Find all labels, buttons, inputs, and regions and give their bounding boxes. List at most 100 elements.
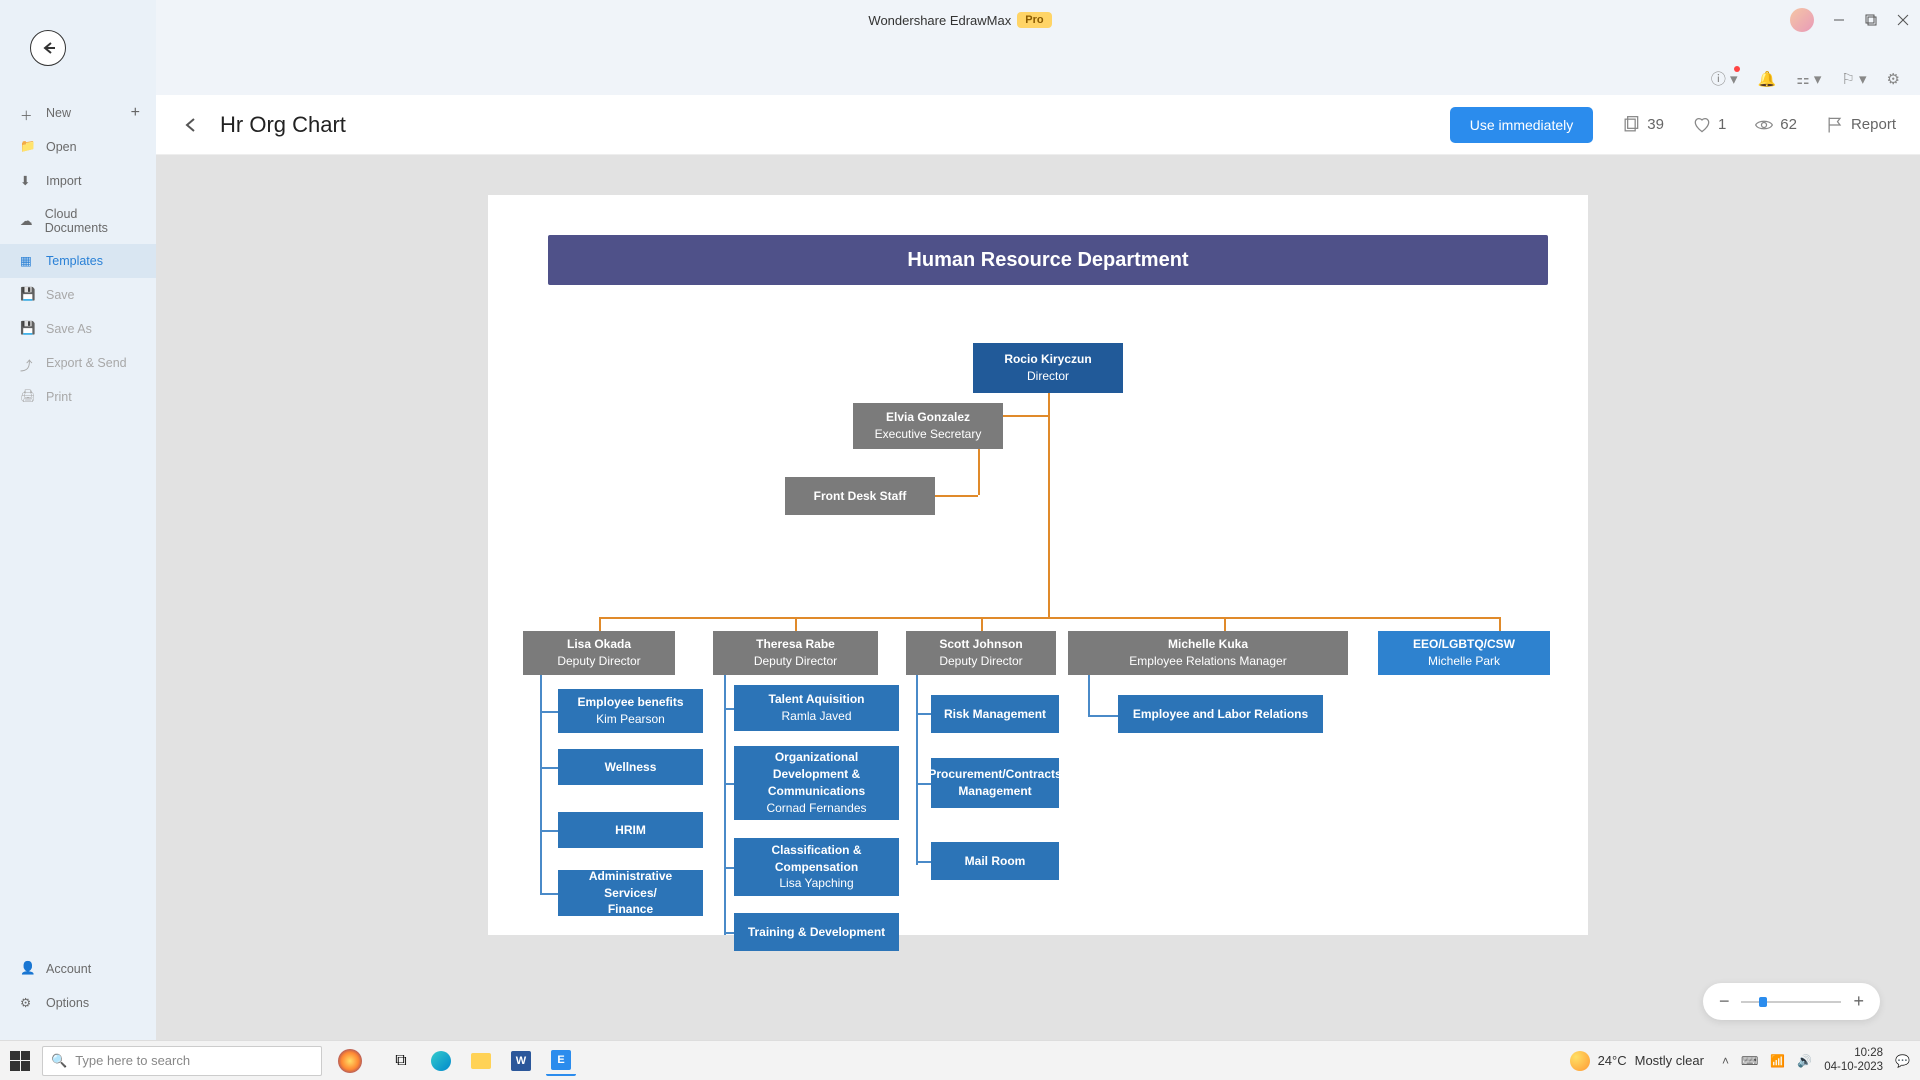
sidebar-item-label: Save As	[46, 322, 92, 336]
folder-icon: 📁	[20, 139, 36, 155]
corner-tools: ⓘ ▾ 🔔 ⚏ ▾ ⚐ ▾ ⚙	[1711, 68, 1900, 89]
plus-icon[interactable]: +	[131, 104, 140, 122]
node-name: HRIM	[615, 822, 646, 839]
likes-stat[interactable]: 1	[1692, 115, 1726, 135]
org-node-exec-sec: Elvia Gonzalez Executive Secretary	[853, 403, 1003, 449]
edge-icon[interactable]	[426, 1046, 456, 1076]
sidebar-item-saveas: 💾Save As	[0, 312, 156, 346]
tray-volume-icon[interactable]: 🔊	[1797, 1054, 1812, 1068]
cortana-icon[interactable]	[326, 1046, 374, 1076]
template-canvas: Human Resource Department Rocio Kiryczun…	[488, 195, 1588, 935]
search-icon: 🔍	[51, 1053, 67, 1069]
sidebar-item-label: Account	[46, 962, 91, 976]
org-node-dep-5: EEO/LGBTQ/CSWMichelle Park	[1378, 631, 1550, 675]
sidebar-item-label: Cloud Documents	[45, 207, 136, 235]
tray-chevron-icon[interactable]: ˄	[1722, 1054, 1729, 1068]
minimize-button[interactable]	[1832, 13, 1846, 27]
settings-icon[interactable]: ⚙	[1887, 70, 1900, 88]
sidebar-item-options[interactable]: ⚙Options	[0, 986, 156, 1020]
taskbar-clock[interactable]: 10:28 04-10-2023	[1824, 1047, 1883, 1075]
org-node: Training & Development	[734, 913, 899, 951]
sidebar-item-import[interactable]: ⬇Import	[0, 164, 156, 198]
canvas-area[interactable]: Human Resource Department Rocio Kiryczun…	[156, 155, 1920, 1040]
sidebar-item-label: Print	[46, 390, 72, 404]
system-tray: ˄ ⌨ 📶 🔊 10:28 04-10-2023 💬	[1722, 1047, 1910, 1075]
copies-count: 39	[1647, 116, 1664, 133]
task-view-icon[interactable]: ⧉	[386, 1046, 416, 1076]
sidebar-item-cloud[interactable]: ☁ Cloud Documents	[0, 198, 156, 244]
close-button[interactable]	[1896, 13, 1910, 27]
node-role: Director	[1027, 368, 1069, 385]
org-node: Employee benefitsKim Pearson	[558, 689, 703, 733]
node-name: Theresa Rabe	[756, 636, 835, 653]
views-stat[interactable]: 62	[1754, 115, 1797, 135]
node-sub: Ramla Javed	[781, 708, 851, 725]
import-icon: ⬇	[20, 173, 36, 189]
node-name: Lisa Okada	[567, 636, 631, 653]
node-sub: Kim Pearson	[596, 711, 665, 728]
node-name: Organizational Development & Communicati…	[742, 749, 891, 799]
clock-time: 10:28	[1824, 1047, 1883, 1061]
node-name: Procurement/Contracts Management	[928, 766, 1061, 800]
org-node-dep-4: Michelle KukaEmployee Relations Manager	[1068, 631, 1348, 675]
zoom-slider[interactable]	[1741, 1001, 1841, 1003]
template-header: Hr Org Chart Use immediately 39 1 62 Rep…	[156, 95, 1920, 155]
weather-icon	[1570, 1051, 1590, 1071]
org-node: HRIM	[558, 812, 703, 848]
taskbar-search[interactable]: 🔍Type here to search	[42, 1046, 322, 1076]
org-node: Talent AquisitionRamla Javed	[734, 685, 899, 731]
weather-widget[interactable]: 24°C Mostly clear	[1570, 1051, 1704, 1071]
file-explorer-icon[interactable]	[466, 1046, 496, 1076]
edrawmax-icon[interactable]: E	[546, 1046, 576, 1076]
sidebar-item-new[interactable]: ＋New+	[0, 96, 156, 130]
tray-wifi-icon[interactable]: 📶	[1770, 1054, 1785, 1068]
tray-keyboard-icon[interactable]: ⌨	[1741, 1054, 1758, 1068]
node-role: Michelle Park	[1428, 653, 1500, 670]
gift-icon[interactable]: ⚐ ▾	[1841, 70, 1866, 88]
windows-taskbar: 🔍Type here to search ⧉ W E 24°C Mostly c…	[0, 1040, 1920, 1080]
back-chevron[interactable]	[180, 114, 202, 136]
app-title: Wondershare EdrawMax	[868, 13, 1011, 28]
help-icon[interactable]: ⓘ ▾	[1711, 68, 1738, 89]
node-role: Executive Secretary	[875, 426, 982, 443]
templates-icon: ▦	[20, 253, 36, 269]
use-immediately-button[interactable]: Use immediately	[1450, 107, 1593, 143]
node-role: Deputy Director	[939, 653, 1022, 670]
apps-icon[interactable]: ⚏ ▾	[1796, 70, 1821, 88]
org-node-dep-2: Theresa RabeDeputy Director	[713, 631, 878, 675]
maximize-button[interactable]	[1864, 13, 1878, 27]
sidebar-item-account[interactable]: 👤 Account	[0, 952, 156, 986]
node-name: Mail Room	[965, 853, 1026, 870]
report-button[interactable]: Report	[1825, 115, 1896, 135]
user-avatar[interactable]	[1790, 8, 1814, 32]
node-name: Employee and Labor Relations	[1133, 706, 1308, 723]
copies-stat[interactable]: 39	[1621, 115, 1664, 135]
export-icon: ⤴	[20, 355, 36, 371]
org-node: Organizational Development & Communicati…	[734, 746, 899, 820]
zoom-control: − +	[1703, 983, 1880, 1020]
print-icon: 🖨	[20, 389, 36, 405]
zoom-in-button[interactable]: +	[1853, 991, 1864, 1012]
sidebar-item-save: 💾Save	[0, 278, 156, 312]
word-icon[interactable]: W	[506, 1046, 536, 1076]
clock-date: 04-10-2023	[1824, 1061, 1883, 1075]
sidebar-item-label: Options	[46, 996, 89, 1010]
org-node-dep-1: Lisa OkadaDeputy Director	[523, 631, 675, 675]
org-node: Administrative Services/Finance	[558, 870, 703, 916]
sidebar-item-templates[interactable]: ▦ Templates	[0, 244, 156, 278]
node-name: Rocio Kiryczun	[1004, 351, 1091, 368]
node-name: Michelle Kuka	[1168, 636, 1248, 653]
org-node: Risk Management	[931, 695, 1059, 733]
zoom-out-button[interactable]: −	[1719, 991, 1730, 1012]
sidebar-item-label: Templates	[46, 254, 103, 268]
account-icon: 👤	[20, 961, 36, 977]
tray-notifications-icon[interactable]: 💬	[1895, 1054, 1910, 1068]
bell-icon[interactable]: 🔔	[1758, 70, 1777, 88]
sidebar-item-open[interactable]: 📁Open	[0, 130, 156, 164]
start-button[interactable]	[10, 1051, 30, 1071]
node-name: Risk Management	[944, 706, 1046, 723]
sidebar-item-label: Save	[46, 288, 75, 302]
cloud-icon: ☁	[20, 213, 35, 229]
back-button[interactable]	[30, 30, 66, 66]
views-count: 62	[1780, 116, 1797, 133]
